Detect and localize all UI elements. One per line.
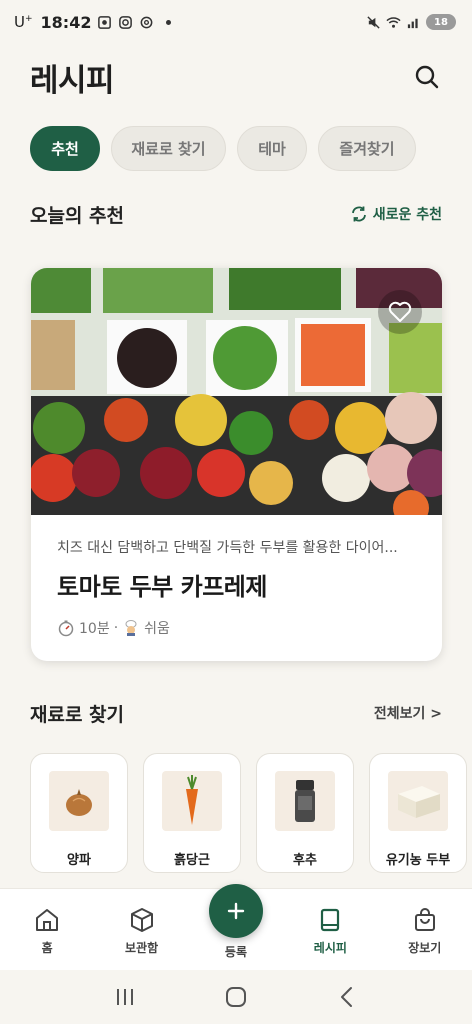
recipe-time: 10분 (79, 621, 110, 637)
tab-favorites[interactable]: 즐겨찾기 (318, 126, 416, 171)
today-section-header: 오늘의 추천 새로운 추천 (30, 200, 442, 228)
favorite-button[interactable] (378, 290, 422, 334)
openai-icon (141, 16, 153, 28)
ingredient-thumb (162, 771, 222, 831)
carrot-icon (186, 775, 198, 825)
recipe-image (31, 268, 442, 515)
signal-icon (407, 18, 418, 28)
carrier-label: U+ (14, 13, 33, 31)
chef-icon (125, 620, 137, 636)
ingredient-label: 유기농 두부 (385, 853, 451, 868)
recipe-meta: 10분 · 쉬움 (57, 618, 416, 638)
ingredient-label: 후추 (293, 853, 317, 868)
tab-recommend[interactable]: 추천 (30, 126, 100, 171)
pepper-icon (295, 780, 315, 822)
meta-separator: · (113, 620, 119, 636)
today-section-title: 오늘의 추천 (30, 204, 125, 227)
nav-label: 레시피 (313, 941, 347, 955)
book-icon (321, 908, 340, 932)
nav-label: 장보기 (408, 941, 442, 955)
tab-ingredient-search[interactable]: 재료로 찾기 (111, 126, 226, 171)
home-icon (36, 909, 59, 931)
nav-label: 홈 (41, 941, 53, 955)
back-chevron-icon (340, 987, 352, 1007)
status-left: U+ 18:42 (14, 12, 172, 32)
tab-theme[interactable]: 테마 (237, 126, 307, 171)
ingredient-thumb (275, 771, 335, 831)
nav-recipe[interactable]: 레시피 (290, 889, 370, 956)
screenshot-icon (98, 15, 112, 29)
ingredient-label: 흙당근 (174, 853, 210, 868)
instagram-icon (119, 15, 133, 29)
ingredient-card-onion[interactable]: 양파 (30, 753, 128, 873)
back-button[interactable] (327, 977, 367, 1017)
tofu-icon (398, 786, 440, 818)
nav-shopping[interactable]: 장보기 (385, 889, 465, 956)
status-right: 18 (366, 14, 456, 30)
tab-bar: 추천 재료로 찾기 테마 즐겨찾기 (30, 126, 416, 171)
nav-storage[interactable]: 보관함 (102, 889, 182, 956)
recipe-card[interactable]: 치즈 대신 담백하고 단백질 가득한 두부를 활용한 다이어... 토마토 두부… (31, 268, 442, 661)
status-bar: U+ 18:42 18 (0, 0, 472, 44)
recent-apps-button[interactable] (105, 977, 145, 1017)
recipe-body: 치즈 대신 담백하고 단백질 가득한 두부를 활용한 다이어... 토마토 두부… (31, 515, 442, 638)
recipe-title: 토마토 두부 카프레제 (57, 573, 267, 601)
ingredient-card-carrot[interactable]: 흙당근 (143, 753, 241, 873)
refresh-label: 새로운 추천 (372, 207, 442, 223)
search-icon (415, 65, 439, 89)
ingredient-label: 양파 (67, 853, 91, 868)
heart-icon (388, 301, 412, 322)
bottom-nav: 홈 보관함 등록 레시피 장보기 (0, 884, 472, 970)
wifi-icon (386, 16, 401, 28)
register-fab[interactable] (208, 884, 263, 938)
recipe-description: 치즈 대신 담백하고 단백질 가득한 두부를 활용한 다이어... (57, 540, 398, 556)
header: 레시피 (30, 52, 442, 102)
ingredient-thumb (49, 771, 109, 831)
notification-dot (166, 19, 172, 25)
refresh-recommendation-button[interactable]: 새로운 추천 (350, 204, 442, 224)
refresh-icon (351, 206, 366, 222)
nav-label: 보관함 (125, 941, 159, 955)
ingredient-section-title: 재료로 찾기 (30, 703, 125, 726)
ingredient-card-pepper[interactable]: 후추 (256, 753, 354, 873)
box-icon (130, 908, 153, 932)
page-title: 레시피 (30, 62, 115, 99)
home-circle-icon (225, 987, 246, 1007)
ingredient-card-tofu[interactable]: 유기농 두부 (369, 753, 467, 873)
stopwatch-icon (58, 620, 74, 637)
ingredient-list: 양파 흙당근 후추 유기농 두부 (30, 753, 472, 873)
nav-home[interactable]: 홈 (7, 889, 87, 956)
shopping-bag-icon (414, 908, 435, 931)
mute-icon (367, 15, 380, 29)
ingredient-section-header: 재료로 찾기 전체보기 > (30, 699, 442, 727)
search-button[interactable] (412, 62, 442, 92)
ingredient-thumb (388, 771, 448, 831)
plus-icon (227, 902, 245, 920)
recipe-difficulty: 쉬움 (144, 621, 170, 637)
battery-icon: 18 (426, 14, 456, 30)
system-nav-bar (0, 970, 472, 1024)
see-all-link[interactable]: 전체보기 > (374, 703, 442, 723)
onion-icon (66, 789, 92, 816)
status-time: 18:42 (40, 12, 92, 32)
nav-label: 등록 (224, 945, 248, 959)
home-system-button[interactable] (216, 977, 256, 1017)
recent-apps-icon (117, 989, 134, 1005)
nav-register[interactable]: 등록 (196, 884, 276, 959)
